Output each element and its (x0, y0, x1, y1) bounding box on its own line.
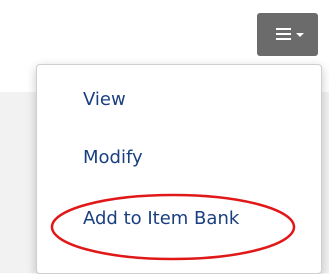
menu-item-add-to-item-bank[interactable]: Add to Item Bank (37, 197, 321, 243)
menu-item-modify[interactable]: Modify (37, 136, 321, 182)
menu-item-label: View (83, 89, 126, 110)
menu-item-label: Modify (83, 147, 143, 168)
menu-item-label: Add to Item Bank (83, 208, 240, 229)
caret-down-icon (296, 33, 304, 37)
menu-item-view[interactable]: View (37, 78, 321, 124)
actions-dropdown-menu: View Modify Add to Item Bank (36, 64, 322, 274)
actions-menu-toggle-button[interactable] (257, 13, 318, 56)
hamburger-menu-icon (276, 28, 291, 41)
